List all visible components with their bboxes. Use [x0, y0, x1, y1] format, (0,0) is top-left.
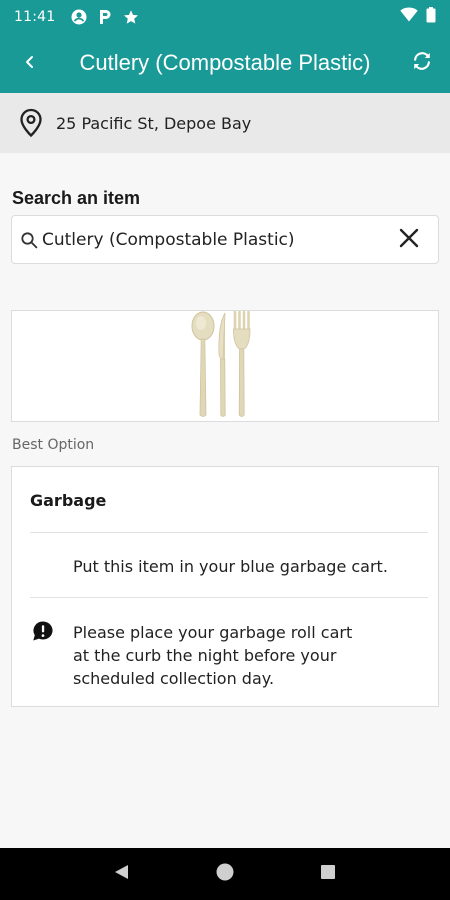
cutlery-image [190, 309, 260, 423]
option-note: Please place your garbage roll cart at t… [73, 623, 353, 688]
nav-home-circle-icon [215, 862, 235, 886]
item-image-card [11, 310, 439, 422]
close-icon [399, 228, 419, 252]
chevron-left-icon [23, 54, 37, 73]
best-option-card: Garbage Put this item in your blue garba… [11, 466, 439, 707]
star-icon [123, 9, 139, 25]
app-bar: Cutlery (Compostable Plastic) [0, 33, 450, 93]
clear-search-button[interactable] [380, 215, 438, 264]
address-text: 25 Pacific St, Depoe Bay [56, 113, 252, 133]
search-label: Search an item [12, 188, 141, 208]
nav-back-triangle-icon [113, 863, 131, 885]
wifi-icon [400, 7, 418, 26]
search-icon [12, 231, 40, 249]
option-instruction: Put this item in your blue garbage cart. [73, 557, 388, 576]
system-nav-bar [0, 848, 450, 900]
best-option-label: Best Option [12, 437, 95, 453]
nav-back-button[interactable] [102, 854, 142, 894]
status-time: 11:41 [14, 8, 56, 25]
page-title: Cutlery (Compostable Plastic) [79, 50, 371, 75]
search-box [11, 215, 439, 264]
address-bar[interactable]: 25 Pacific St, Depoe Bay [0, 93, 450, 153]
nav-recents-button[interactable] [308, 854, 348, 894]
refresh-button[interactable] [398, 33, 446, 93]
alert-bubble-icon [32, 620, 54, 642]
account-circle-icon [71, 9, 87, 25]
search-input[interactable] [40, 219, 380, 260]
nav-recents-square-icon [320, 864, 336, 884]
nav-home-button[interactable] [205, 854, 245, 894]
option-title: Garbage [30, 491, 107, 510]
status-bar: 11:41 [0, 0, 450, 33]
divider [30, 532, 428, 533]
divider [30, 597, 428, 598]
location-pin-icon [18, 108, 44, 138]
back-button[interactable] [0, 33, 60, 93]
battery-icon [426, 6, 436, 27]
refresh-icon [411, 50, 433, 76]
parking-p-icon [97, 9, 113, 25]
